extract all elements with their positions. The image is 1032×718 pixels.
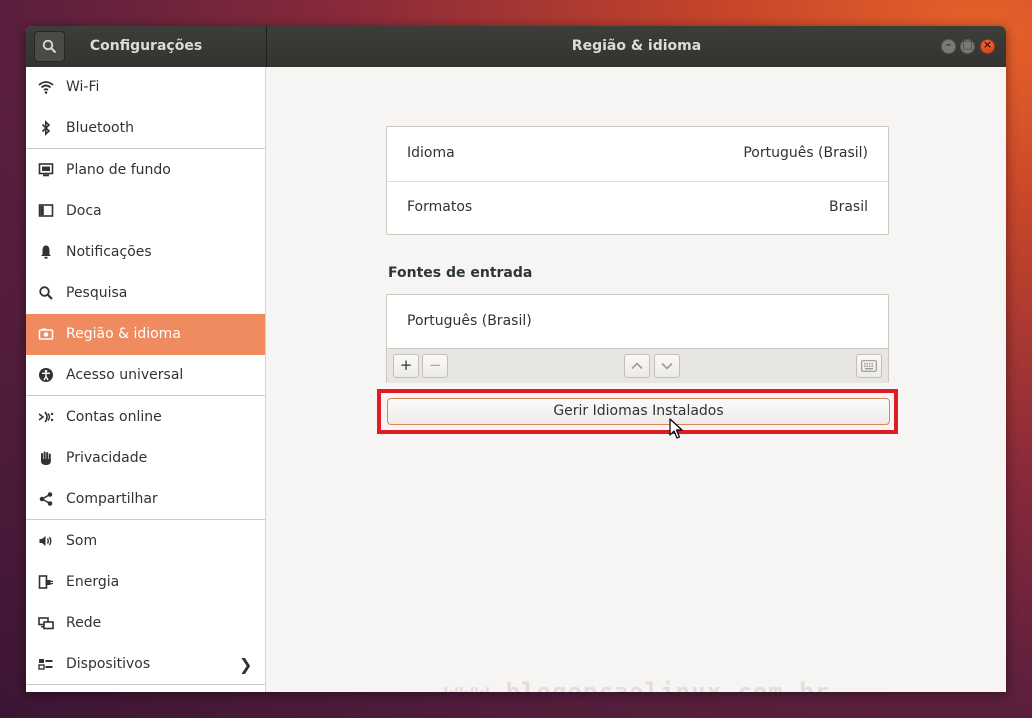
maximize-icon: □	[962, 38, 973, 51]
main-content: Idioma Português (Brasil) Formatos Brasi…	[267, 67, 1006, 692]
minus-icon: −	[428, 356, 442, 374]
input-sources-card: Português (Brasil) + −	[386, 294, 889, 383]
minimize-button[interactable]: –	[941, 38, 956, 54]
speaker-icon	[39, 536, 52, 546]
sidebar-item-search[interactable]: Pesquisa	[26, 273, 265, 314]
chevron-up-icon	[631, 362, 643, 370]
bluetooth-icon	[41, 120, 51, 136]
move-up-button[interactable]	[624, 354, 650, 378]
sidebar-item-sound[interactable]: Som	[26, 521, 265, 562]
add-input-source-button[interactable]: +	[393, 354, 419, 378]
sidebar-item-devices[interactable]: Dispositivos ❯	[26, 644, 265, 685]
sidebar-item-privacy[interactable]: Privacidade	[26, 438, 265, 479]
move-down-button[interactable]	[654, 354, 680, 378]
sidebar-item-label: Região & idioma	[66, 326, 181, 342]
sidebar-item-network[interactable]: Rede	[26, 603, 265, 644]
keyboard-layout-button[interactable]	[856, 354, 882, 378]
sidebar-item-label: Privacidade	[66, 450, 148, 466]
mouse-cursor-icon	[669, 418, 683, 439]
sidebar-item-wifi[interactable]: Wi-Fi	[26, 67, 265, 108]
watermark: www.blogopcaolinux.com.br	[443, 678, 831, 692]
share-icon	[39, 492, 53, 506]
formats-value: Brasil	[828, 199, 868, 215]
sidebar-title: Configurações	[89, 38, 203, 54]
sidebar-item-label: Doca	[66, 203, 102, 219]
input-source-row[interactable]: Português (Brasil)	[387, 295, 888, 349]
devices-icon	[38, 659, 53, 670]
formats-label: Formatos	[407, 199, 473, 215]
language-row[interactable]: Idioma Português (Brasil)	[387, 127, 888, 182]
title-bar: Configurações Região & idioma – □ ×	[26, 26, 1006, 67]
formats-row[interactable]: Formatos Brasil	[387, 181, 888, 235]
sidebar-item-power[interactable]: Energia	[26, 562, 265, 603]
sidebar-item-label: Contas online	[66, 409, 162, 425]
power-plug-icon	[38, 575, 53, 589]
hand-icon	[41, 451, 51, 465]
sidebar-item-online-accounts[interactable]: Contas online	[26, 397, 265, 438]
sidebar-item-label: Som	[66, 533, 98, 549]
sidebar-item-sharing[interactable]: Compartilhar	[26, 479, 265, 520]
search-icon	[39, 286, 53, 300]
plus-icon: +	[399, 356, 413, 374]
sidebar-item-dock[interactable]: Doca	[26, 191, 265, 232]
sidebar-item-label: Compartilhar	[66, 491, 158, 507]
remove-input-source-button[interactable]: −	[422, 354, 448, 378]
input-source-label: Português (Brasil)	[407, 313, 532, 329]
sidebar-item-label: Bluetooth	[66, 120, 134, 136]
online-accounts-icon	[38, 411, 54, 423]
sidebar-item-label: Wi-Fi	[66, 79, 100, 95]
maximize-button[interactable]: □	[960, 38, 975, 54]
sidebar-item-notifications[interactable]: Notificações	[26, 232, 265, 273]
input-sources-heading: Fontes de entrada	[388, 265, 533, 281]
sidebar-item-label: Notificações	[66, 244, 152, 260]
camera-icon	[38, 328, 54, 340]
settings-window: Configurações Região & idioma – □ × Wi-F…	[26, 26, 1006, 692]
keyboard-icon	[861, 360, 877, 372]
wifi-icon	[38, 81, 54, 94]
minimize-icon: –	[945, 38, 952, 51]
search-icon	[42, 39, 57, 54]
language-formats-card: Idioma Português (Brasil) Formatos Brasi…	[386, 126, 889, 235]
input-sources-toolbar: + −	[387, 348, 888, 383]
background-icon	[38, 163, 54, 177]
sidebar-header: Configurações	[26, 26, 267, 67]
sidebar-item-label: Rede	[66, 615, 102, 631]
sidebar-item-label: Plano de fundo	[66, 162, 171, 178]
sidebar-item-region-language[interactable]: Região & idioma	[26, 314, 265, 355]
close-button[interactable]: ×	[980, 38, 995, 54]
chevron-right-icon: ❯	[239, 655, 253, 674]
dock-icon	[38, 204, 54, 217]
bell-icon	[41, 245, 51, 259]
sidebar-item-bluetooth[interactable]: Bluetooth	[26, 108, 265, 149]
search-button[interactable]	[34, 31, 65, 62]
sidebar-item-label: Dispositivos	[66, 656, 151, 672]
sidebar-item-accessibility[interactable]: Acesso universal	[26, 355, 265, 396]
language-label: Idioma	[407, 145, 455, 161]
sidebar: Wi-Fi Bluetooth Plano de fundo Doca Noti…	[26, 67, 266, 692]
language-value: Português (Brasil)	[743, 145, 868, 161]
sidebar-item-label: Acesso universal	[66, 367, 184, 383]
network-icon	[38, 617, 54, 630]
page-title: Região & idioma	[571, 38, 702, 54]
chevron-down-icon	[661, 362, 673, 370]
manage-installed-languages-button[interactable]: Gerir Idiomas Instalados	[387, 398, 890, 425]
sidebar-item-label: Pesquisa	[66, 285, 128, 301]
close-icon: ×	[982, 38, 993, 51]
sidebar-item-background[interactable]: Plano de fundo	[26, 150, 265, 191]
sidebar-item-label: Energia	[66, 574, 120, 590]
accessibility-icon	[39, 368, 53, 382]
